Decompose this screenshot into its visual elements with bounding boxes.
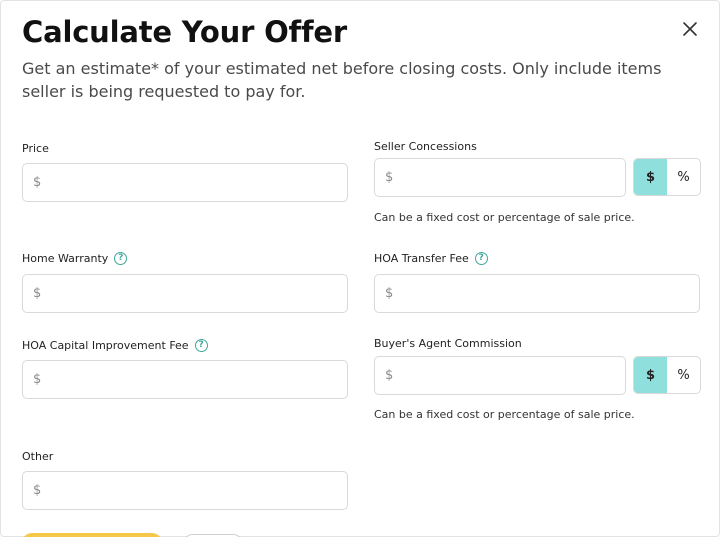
- seller-concessions-hint: Can be a fixed cost or percentage of sal…: [374, 211, 635, 224]
- dollar-symbol: $: [33, 483, 42, 498]
- buyers-agent-commission-hint: Can be a fixed cost or percentage of sal…: [374, 408, 635, 421]
- percent-toggle-button[interactable]: %: [667, 159, 700, 195]
- price-label-text: Price: [22, 142, 49, 155]
- seller-concessions-unit-toggle[interactable]: $ %: [633, 158, 701, 196]
- seller-concessions-label-text: Seller Concessions: [374, 140, 477, 153]
- dollar-toggle-button[interactable]: $: [634, 357, 667, 393]
- other-label: Other: [22, 450, 53, 463]
- hoa-capital-improvement-fee-field[interactable]: $: [22, 360, 348, 399]
- buyers-agent-commission-unit-toggle[interactable]: $ %: [633, 356, 701, 394]
- close-icon[interactable]: [680, 19, 700, 39]
- modal-title: Calculate Your Offer: [22, 15, 347, 49]
- help-icon[interactable]: ?: [114, 252, 128, 265]
- home-warranty-input[interactable]: [45, 275, 347, 312]
- hoa-transfer-fee-label: HOA Transfer Fee ?: [374, 252, 488, 265]
- buyers-agent-commission-label-text: Buyer's Agent Commission: [374, 337, 522, 350]
- seller-concessions-input[interactable]: [397, 159, 625, 196]
- price-input[interactable]: [45, 164, 347, 201]
- dollar-symbol: $: [385, 170, 394, 185]
- hoa-capital-improvement-fee-label-text: HOA Capital Improvement Fee: [22, 339, 189, 352]
- price-field[interactable]: $: [22, 163, 348, 202]
- seller-concessions-field[interactable]: $: [374, 158, 626, 197]
- help-icon[interactable]: ?: [474, 252, 488, 265]
- calculate-button[interactable]: [22, 533, 162, 537]
- hoa-transfer-fee-field[interactable]: $: [374, 274, 700, 313]
- hoa-transfer-fee-label-text: HOA Transfer Fee: [374, 252, 469, 265]
- help-icon[interactable]: ?: [194, 339, 208, 352]
- hoa-capital-improvement-fee-label: HOA Capital Improvement Fee ?: [22, 339, 208, 352]
- dollar-toggle-button[interactable]: $: [634, 159, 667, 195]
- seller-concessions-label: Seller Concessions: [374, 140, 477, 153]
- home-warranty-label: Home Warranty ?: [22, 252, 128, 265]
- dollar-symbol: $: [33, 175, 42, 190]
- dollar-symbol: $: [33, 372, 42, 387]
- buyers-agent-commission-field[interactable]: $: [374, 356, 626, 395]
- percent-toggle-button[interactable]: %: [667, 357, 700, 393]
- dollar-symbol: $: [385, 286, 394, 301]
- dollar-symbol: $: [33, 286, 42, 301]
- hoa-transfer-fee-input[interactable]: [397, 275, 699, 312]
- other-label-text: Other: [22, 450, 54, 463]
- dollar-symbol: $: [385, 368, 394, 383]
- other-input[interactable]: [45, 472, 347, 509]
- calculate-offer-modal: Calculate Your Offer Get an estimate* of…: [0, 0, 720, 537]
- modal-subtitle: Get an estimate* of your estimated net b…: [22, 59, 662, 101]
- home-warranty-field[interactable]: $: [22, 274, 348, 313]
- other-field[interactable]: $: [22, 471, 348, 510]
- hoa-capital-improvement-fee-input[interactable]: [45, 361, 347, 398]
- price-label: Price: [22, 142, 49, 155]
- buyers-agent-commission-input[interactable]: [397, 357, 625, 394]
- buyers-agent-commission-label: Buyer's Agent Commission: [374, 337, 522, 350]
- home-warranty-label-text: Home Warranty: [22, 252, 109, 265]
